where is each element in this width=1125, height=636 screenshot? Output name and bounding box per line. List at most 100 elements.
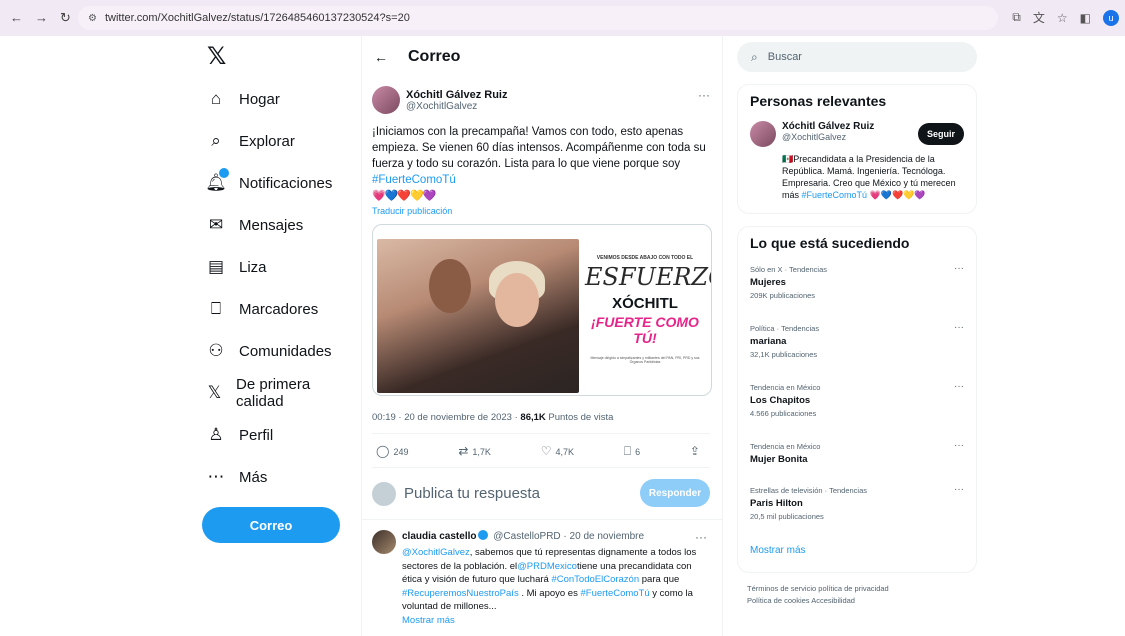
views-label: Puntos de vista (545, 412, 614, 423)
nav-premium[interactable]: 𝕏 De primera calidad (195, 372, 345, 414)
tweet-time[interactable]: 00:19 · 20 de noviembre de 2023 · (372, 412, 520, 423)
retweet-action[interactable]: ⇄ 1,7K (458, 444, 491, 459)
translate-icon[interactable]: 文 (1033, 9, 1045, 26)
reply-action[interactable]: ◯ 249 (376, 444, 408, 459)
link[interactable]: #FuerteComoTú (802, 190, 868, 200)
tweet-meta: 00:19 · 20 de noviembre de 2023 · 86,1K … (372, 412, 710, 434)
person-name[interactable]: Xóchitl Gálvez Ruiz (782, 121, 874, 132)
retweet-icon: ⇄ (458, 444, 469, 458)
show-more-link[interactable]: Mostrar más (402, 615, 455, 626)
x-logo-icon[interactable]: 𝕏 (207, 42, 345, 78)
nav-messages[interactable]: ✉ Mensajes (195, 204, 345, 246)
nav-label: Explorar (239, 132, 295, 150)
hashtag-link[interactable]: #FuerteComoTú (372, 174, 456, 186)
share-action[interactable]: ⇪ (690, 444, 704, 459)
more-options-icon[interactable]: ··· (695, 530, 707, 544)
link[interactable]: #RecuperemosNuestroPaís (402, 588, 519, 599)
back-arrow-icon[interactable]: ← (374, 49, 388, 65)
follow-button[interactable]: Seguir (918, 123, 964, 145)
right-sidebar: ⌕ Buscar Personas relevantes Xóchitl Gál… (737, 36, 977, 607)
link[interactable]: @PRDMexico (517, 561, 577, 572)
reply-input[interactable]: Publica tu respuesta (404, 485, 540, 502)
address-bar[interactable]: ⚙ twitter.com/XochitlGalvez/status/17264… (78, 6, 998, 30)
nav-label: Perfil (239, 426, 274, 444)
div[interactable]: Política de cookies Accesibilidad (747, 595, 977, 607)
nav-more[interactable]: ⋯ Más (195, 456, 345, 498)
back-arrow-icon[interactable]: ← (10, 10, 23, 26)
trend-item[interactable]: Tendencia en México Los Chapitos 4.566 p… (750, 381, 964, 440)
people-icon: ⚇ (208, 341, 224, 360)
bookmark-icon: ⎕ (210, 299, 222, 318)
person-card[interactable]: Xóchitl Gálvez Ruiz @XochitlGalvez Segui… (750, 121, 964, 147)
profile-avatar[interactable]: u (1103, 9, 1119, 26)
trend-item[interactable]: Política · Tendencias mariana 32,1K publ… (750, 322, 964, 381)
person-bio: 🇲🇽Precandidata a la Presidencia de la Re… (782, 153, 964, 201)
more-options-icon[interactable]: ··· (954, 263, 964, 274)
author-name[interactable]: Xóchitl Gálvez Ruiz (406, 89, 507, 101)
more-options-icon[interactable]: ··· (698, 88, 710, 102)
search-input[interactable]: ⌕ Buscar (737, 42, 977, 72)
tr-meta: Sólo en X · Tendencias (750, 265, 827, 274)
forward-arrow-icon[interactable]: → (35, 10, 48, 26)
tr-meta: Política · Tendencias (750, 324, 820, 333)
more-options-icon[interactable]: ··· (954, 484, 964, 495)
verified-badge-icon (478, 530, 489, 540)
more-circle-icon: ⋯ (207, 467, 225, 486)
translate-link[interactable]: Traducir publicación (372, 206, 710, 216)
link[interactable]: @XochitlGalvez (402, 547, 470, 558)
more-options-icon[interactable]: ··· (954, 381, 964, 392)
tr-name: Paris Hilton (750, 498, 803, 509)
reply-handle-date: @CastelloPRD · 20 de noviembre (490, 531, 645, 542)
nav-bookmarks[interactable]: ⎕ Marcadores (195, 288, 345, 330)
nav-label: Notificaciones (239, 174, 333, 192)
star-icon[interactable]: ☆ (1057, 11, 1068, 25)
trend-item[interactable]: Sólo en X · Tendencias Mujeres 209K publ… (750, 263, 964, 322)
heart-icon: ♡ (540, 444, 552, 458)
person-icon: ♙ (208, 425, 224, 444)
share-icon: ⇪ (689, 444, 700, 458)
div[interactable]: Términos de servicio política de privaci… (747, 583, 977, 595)
tr-meta: Tendencia en México (750, 442, 821, 451)
url-text[interactable]: twitter.com/XochitlGalvez/status/1726485… (105, 12, 410, 24)
reply-author-name[interactable]: claudia castello (402, 531, 476, 542)
brand-fuerte: ¡FUERTE COMO TÚ! (591, 314, 699, 346)
show-more-link[interactable]: Mostrar más (750, 545, 964, 564)
link[interactable]: #ConTodoElCorazón (551, 574, 639, 585)
tr-name: Mujeres (750, 277, 786, 288)
sidepanel-icon[interactable]: ◧ (1080, 11, 1091, 25)
browser-toolbar: ← → ↻ ⚙ twitter.com/XochitlGalvez/status… (0, 0, 1125, 36)
author-handle[interactable]: @XochitlGalvez (406, 101, 507, 112)
trend-item[interactable]: Tendencia en México Mujer Bonita ··· (750, 440, 964, 484)
reload-icon[interactable]: ↻ (60, 10, 71, 26)
retweet-count: 1,7K (472, 447, 491, 457)
post-button[interactable]: Correo (202, 507, 340, 543)
install-app-icon[interactable]: ⧉ (1012, 10, 1021, 25)
tweet-image[interactable]: VENIMOS DESDE ABAJO CON TODO EL ESFUERZO… (372, 224, 712, 396)
list-icon: ▤ (207, 257, 225, 276)
more-options-icon[interactable]: ··· (954, 322, 964, 333)
site-settings-icon[interactable]: ⚙ (88, 13, 97, 24)
like-action[interactable]: ♡ 4,7K (541, 444, 574, 459)
nav-explore[interactable]: ⌕ Explorar (195, 120, 345, 162)
page-title: Correo (408, 48, 461, 65)
brand-xochitl: XÓCHITL (612, 295, 678, 312)
nav-communities[interactable]: ⚇ Comunidades (195, 330, 345, 372)
bookmark-icon: ⎕ (623, 444, 632, 458)
avatar[interactable] (750, 121, 776, 147)
tr-meta: Estrellas de televisión · Tendencias (750, 486, 868, 495)
avatar[interactable] (372, 530, 396, 554)
reply-button[interactable]: Responder (640, 479, 710, 507)
trend-item[interactable]: Estrellas de televisión · Tendencias Par… (750, 484, 964, 543)
bell-icon: 🔔︎ (205, 168, 229, 193)
avatar[interactable] (372, 86, 400, 114)
nav-label: Hogar (239, 90, 280, 108)
nav-home[interactable]: ⌂ Hogar (195, 78, 345, 120)
nav-notifications[interactable]: 🔔︎ Notificaciones (195, 162, 345, 204)
link[interactable]: #FuerteComoTú (580, 588, 649, 599)
reply-tweet[interactable]: claudia castello @CastelloPRD · 20 de no… (362, 520, 722, 627)
main-column: ← Correo Xóchitl Gálvez Ruiz @XochitlGal… (361, 36, 723, 636)
nav-profile[interactable]: ♙ Perfil (195, 414, 345, 456)
nav-lists[interactable]: ▤ Liza (195, 246, 345, 288)
bookmark-action[interactable]: ⎕ 6 (624, 444, 640, 459)
more-options-icon[interactable]: ··· (954, 440, 964, 451)
